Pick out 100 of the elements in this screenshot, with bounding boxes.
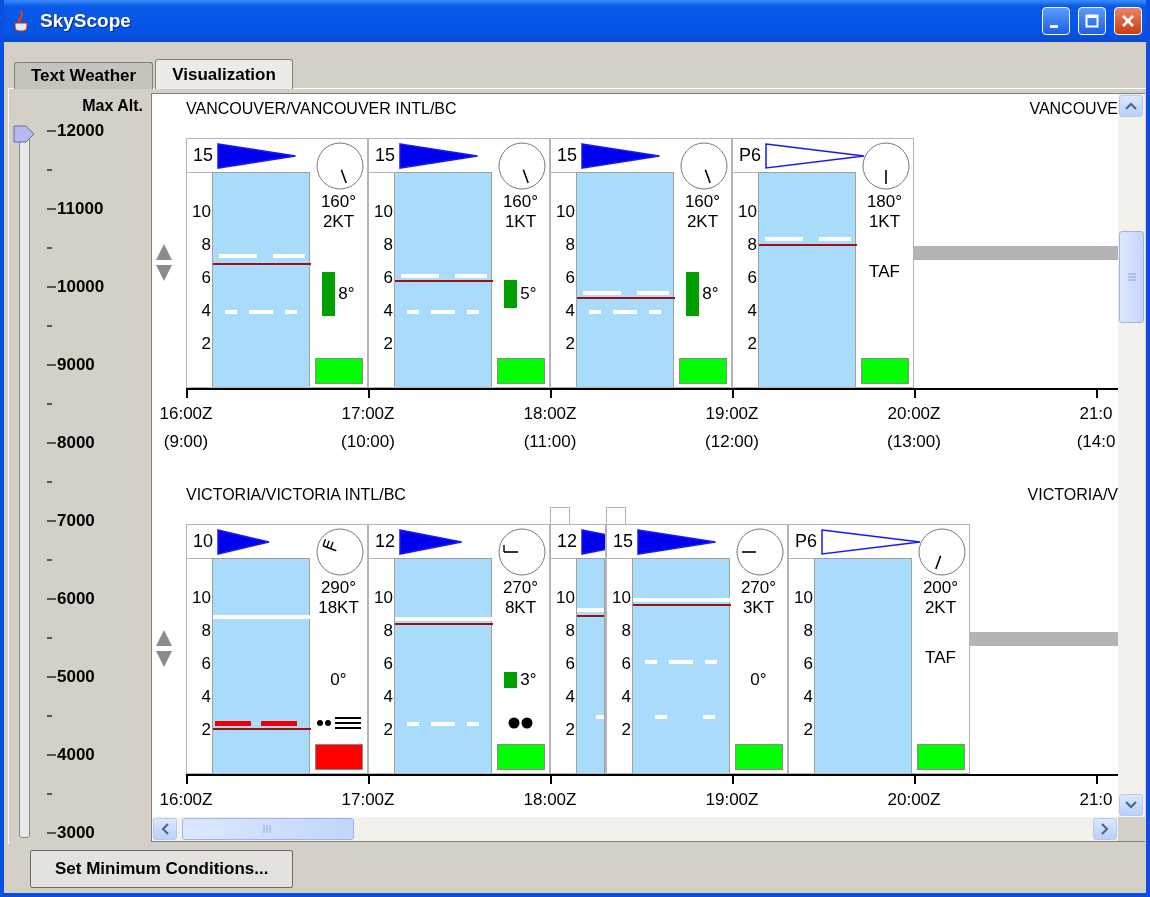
- forecast-card[interactable]: 15 10 8 6 4 2 160° 1KT 5°: [368, 138, 550, 388]
- wind-speed: 3KT: [742, 598, 775, 618]
- visibility-value: 15: [613, 531, 634, 552]
- forecast-card[interactable]: P6 10 8 6 4 2 200° 2KT TAF: [788, 524, 970, 774]
- temperature-value: 0°: [330, 670, 347, 690]
- tab[interactable]: Text Weather: [14, 62, 154, 89]
- forecast-card[interactable]: 15 10 8 6 4 2 160° 2KT 8°: [550, 138, 732, 388]
- altitude-tick-label: 7000: [57, 511, 95, 531]
- utc-time-label: 21:0: [1079, 404, 1113, 424]
- vertical-scrollbar[interactable]: [1118, 94, 1145, 817]
- maximize-button[interactable]: [1078, 7, 1106, 35]
- utc-time-label: 19:00Z: [705, 404, 759, 424]
- altitude-label: 4: [383, 686, 393, 708]
- tick-mark: [47, 793, 52, 795]
- tab[interactable]: Visualization: [155, 59, 293, 89]
- altitude-label: 8: [383, 234, 393, 256]
- visibility-value: 12: [557, 531, 578, 552]
- slider-thumb[interactable]: [13, 123, 35, 145]
- card-tab[interactable]: [606, 507, 626, 525]
- scroll-down-button[interactable]: [1119, 794, 1143, 816]
- altitude-label: 2: [747, 333, 757, 355]
- wind-dial-icon: [316, 142, 364, 190]
- wind-direction: 160°: [502, 192, 539, 212]
- altitude-tick-label: 10000: [57, 277, 105, 297]
- forecast-card[interactable]: 15 10 8 6 4 2 160° 2KT 8°: [186, 138, 368, 388]
- altitude-label: 6: [747, 267, 757, 289]
- wind-dial-icon: [862, 142, 910, 190]
- altitude-label: 10: [556, 587, 575, 609]
- tick-mark: [47, 325, 52, 327]
- altitude-label: 10: [192, 587, 211, 609]
- altitude-label: 8: [201, 620, 211, 642]
- altitude-label: 10: [738, 201, 757, 223]
- altitude-label: 4: [747, 300, 757, 322]
- temperature-value: 8°: [702, 284, 719, 304]
- utc-time-label: 16:00Z: [159, 404, 213, 424]
- card-tab[interactable]: [550, 507, 570, 525]
- scroll-up-button[interactable]: [1119, 95, 1143, 117]
- utc-time-label: 16:00Z: [159, 790, 213, 810]
- wind-dial-icon: [498, 142, 546, 190]
- temperature-value: 3°: [520, 670, 537, 690]
- forecast-card[interactable]: P6 10 8 6 4 2 180° 1KT TAF: [732, 138, 914, 388]
- wind-direction: 160°: [320, 192, 357, 212]
- altitude-tick-label: 6000: [57, 589, 95, 609]
- altitude-label: 2: [383, 333, 393, 355]
- up-down-arrows-icon[interactable]: [155, 629, 173, 669]
- wind-speed: 2KT: [924, 598, 957, 618]
- altitude-tick-label: 4000: [57, 745, 95, 765]
- scroll-thumb[interactable]: [182, 818, 354, 840]
- utc-time-label: 17:00Z: [341, 790, 395, 810]
- chevron-down-icon: [1125, 801, 1137, 809]
- set-minimum-conditions-button[interactable]: Set Minimum Conditions...: [30, 849, 294, 888]
- up-down-arrows-icon[interactable]: [155, 243, 173, 283]
- visibility-value: 10: [193, 531, 214, 552]
- temperature-bar: [504, 671, 518, 689]
- visibility-value: P6: [795, 531, 818, 552]
- altitude-label: 2: [565, 333, 575, 355]
- wind-speed: 1KT: [504, 212, 537, 232]
- close-icon: [1121, 14, 1135, 28]
- visibility-value: 12: [375, 531, 396, 552]
- close-button[interactable]: [1114, 7, 1142, 35]
- forecast-card[interactable]: 10 10 8 6 4 2 290° 18KT 0°: [186, 524, 368, 774]
- altitude-label: 8: [803, 620, 813, 642]
- wind-dial-icon: [498, 528, 546, 576]
- visibility-value: 15: [193, 145, 214, 166]
- local-time-label: (14:0: [1076, 432, 1116, 452]
- scroll-thumb[interactable]: [1119, 231, 1144, 323]
- local-time-label: (11:00): [523, 432, 577, 452]
- altitude-label: 10: [374, 201, 393, 223]
- altitude-slider[interactable]: [13, 123, 37, 838]
- scroll-left-button[interactable]: [153, 818, 177, 840]
- tick-mark: [47, 130, 56, 132]
- forecast-card[interactable]: 15 10 8 6 4 2 270° 3KT 0°: [606, 524, 788, 774]
- tick-mark: [47, 598, 56, 600]
- altitude-label: 4: [383, 300, 393, 322]
- scroll-right-button[interactable]: [1093, 818, 1117, 840]
- altitude-label: 6: [621, 653, 631, 675]
- altitude-tick-label: 3000: [57, 823, 95, 843]
- altitude-label: 6: [201, 267, 211, 289]
- wind-speed: 18KT: [318, 598, 359, 618]
- altitude-label: 10: [612, 587, 631, 609]
- chevron-up-icon: [1125, 102, 1137, 110]
- altitude-label: 2: [621, 719, 631, 741]
- wind-direction: 270°: [740, 578, 777, 598]
- altitude-label: 2: [565, 719, 575, 741]
- forecast-card[interactable]: 12 10 8 6 4 2 270° 8KT 3°: [368, 524, 550, 774]
- tick-mark: [47, 520, 56, 522]
- horizontal-scrollbar[interactable]: [152, 817, 1118, 841]
- altitude-label: 8: [201, 234, 211, 256]
- forecast-card[interactable]: 12 10 8 6 4 2: [550, 524, 606, 774]
- altitude-label: 10: [192, 201, 211, 223]
- tick-mark: [47, 754, 56, 756]
- taf-label: TAF: [925, 648, 956, 668]
- wind-speed: 8KT: [504, 598, 537, 618]
- altitude-label: 4: [201, 686, 211, 708]
- utc-time-label: 19:00Z: [705, 790, 759, 810]
- chevron-left-icon: [161, 823, 169, 835]
- tick-mark: [47, 169, 52, 171]
- tick-mark: [47, 481, 52, 483]
- rain-fog-symbol-icon: [314, 715, 363, 731]
- minimize-button[interactable]: [1042, 7, 1070, 35]
